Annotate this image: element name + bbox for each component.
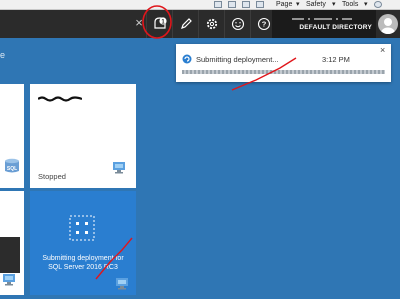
left-panel-hint: e — [0, 50, 6, 60]
read-mail-icon[interactable] — [242, 1, 250, 8]
help-icon: ? — [257, 17, 271, 31]
page-menu[interactable]: Page — [276, 0, 292, 10]
ie-help-icon[interactable] — [374, 1, 382, 8]
deployment-progress-bar — [182, 70, 385, 74]
virtual-machine-icon — [113, 162, 125, 174]
page-menu-chevron[interactable]: ▾ — [296, 0, 300, 10]
feeds-icon[interactable] — [228, 1, 236, 8]
account-directory[interactable]: DEFAULT DIRECTORY — [272, 10, 376, 38]
notification-time: 3:12 PM — [322, 55, 350, 64]
tools-menu[interactable]: Tools — [342, 0, 358, 10]
sql-badge: SQL — [7, 166, 17, 172]
settings-button[interactable] — [198, 10, 224, 38]
tile-thumbnail — [0, 237, 20, 273]
settings-icon — [206, 18, 218, 30]
notifications-icon: 1 — [154, 17, 167, 29]
tools-menu-chevron[interactable]: ▾ — [364, 0, 368, 10]
notification-message: Submitting deployment... — [196, 55, 279, 64]
user-icon — [381, 18, 395, 34]
portal-top-bar: × 1 ? DEFAULT DIRECTORY — [0, 10, 400, 38]
virtual-machine-tile[interactable]: Stopped — [30, 84, 136, 188]
smile-icon — [231, 17, 245, 31]
svg-text:?: ? — [262, 20, 267, 29]
safety-menu-chevron[interactable]: ▾ — [332, 0, 336, 10]
close-search-icon[interactable]: × — [132, 16, 146, 30]
home-icon[interactable] — [214, 1, 222, 8]
in-progress-icon — [182, 54, 192, 64]
deployment-tile-text: Submitting deployment for SQL Server 201… — [42, 255, 124, 271]
vm-status: Stopped — [38, 172, 66, 181]
ie-command-bar: Page ▾ Safety ▾ Tools ▾ — [0, 0, 400, 10]
virtual-machine-icon — [116, 278, 128, 290]
notifications-button[interactable]: 1 — [146, 10, 172, 38]
directory-name: DEFAULT DIRECTORY — [299, 24, 372, 31]
edit-icon — [181, 18, 192, 29]
deployment-grid-icon — [69, 215, 95, 241]
redacted-vm-name — [38, 96, 82, 102]
feedback-button[interactable] — [224, 10, 250, 38]
sql-database-tile[interactable]: SQL — [0, 84, 24, 188]
sql-database-icon: SQL — [5, 158, 19, 173]
edit-dashboard-button[interactable] — [172, 10, 198, 38]
partial-tile[interactable] — [0, 191, 24, 295]
deployment-notification[interactable]: Submitting deployment... 3:12 PM × — [176, 44, 391, 82]
avatar[interactable] — [378, 14, 398, 34]
deployment-tile[interactable]: Submitting deployment for SQL Server 201… — [30, 191, 136, 295]
safety-menu[interactable]: Safety — [306, 0, 326, 10]
virtual-machine-icon — [3, 274, 15, 286]
print-icon[interactable] — [256, 1, 264, 8]
close-notification-icon[interactable]: × — [380, 46, 385, 55]
redacted-account-name — [292, 18, 352, 20]
